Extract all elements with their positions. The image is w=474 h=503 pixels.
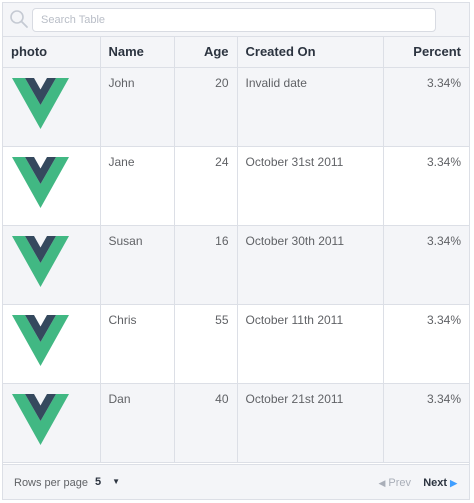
created-on-cell: October 31st 2011: [237, 146, 384, 226]
age-cell: 16: [174, 225, 238, 305]
percent-cell: 3.34%: [383, 304, 469, 384]
name-cell: Chris: [100, 304, 175, 384]
rows-per-page-value: 5: [95, 476, 102, 488]
created-on-cell: October 21st 2011: [237, 383, 384, 463]
vue-logo-icon: [12, 235, 69, 287]
created-on-cell: Invalid date: [237, 67, 384, 147]
data-table: photo Name Age Created On Percent John 2…: [3, 37, 469, 463]
column-header-created-on[interactable]: Created On: [237, 37, 384, 68]
age-cell: 55: [174, 304, 238, 384]
percent-cell: 3.34%: [383, 225, 469, 305]
column-header-percent[interactable]: Percent: [383, 37, 469, 68]
search-icon: [10, 10, 28, 28]
table-search-bar: [3, 3, 469, 37]
table-row[interactable]: Dan 40 October 21st 2011 3.34%: [3, 383, 469, 463]
name-cell: Susan: [100, 225, 175, 305]
created-on-cell: October 30th 2011: [237, 225, 384, 305]
percent-cell: 3.34%: [383, 383, 469, 463]
vue-logo-icon: [12, 156, 69, 208]
percent-cell: 3.34%: [383, 146, 469, 226]
rows-per-page-label: Rows per page: [14, 477, 88, 489]
table-row[interactable]: John 20 Invalid date 3.34%: [3, 67, 469, 147]
chevron-left-icon: ◀: [378, 478, 386, 488]
photo-cell: [3, 225, 101, 305]
table-footer: Rows per page 5 ▼ ◀ Prev Next ▶: [3, 464, 469, 499]
column-header-photo[interactable]: photo: [3, 37, 101, 68]
created-on-cell: October 11th 2011: [237, 304, 384, 384]
age-cell: 24: [174, 146, 238, 226]
age-cell: 40: [174, 383, 238, 463]
chevron-right-icon: ▶: [450, 478, 457, 488]
photo-cell: [3, 304, 101, 384]
photo-cell: [3, 146, 101, 226]
search-input[interactable]: [32, 8, 436, 32]
percent-cell: 3.34%: [383, 67, 469, 147]
next-page-label: Next: [423, 477, 448, 489]
vue-logo-icon: [12, 314, 69, 366]
column-header-age[interactable]: Age: [174, 37, 238, 68]
table-row[interactable]: Chris 55 October 11th 2011 3.34%: [3, 304, 469, 384]
vue-good-table: photo Name Age Created On Percent John 2…: [2, 2, 470, 500]
name-cell: Dan: [100, 383, 175, 463]
table-row[interactable]: Jane 24 October 31st 2011 3.34%: [3, 146, 469, 226]
vue-logo-icon: [12, 77, 69, 129]
column-header-name[interactable]: Name: [100, 37, 175, 68]
age-cell: 20: [174, 67, 238, 147]
chevron-down-icon: ▼: [112, 477, 121, 486]
photo-cell: [3, 383, 101, 463]
photo-cell: [3, 67, 101, 147]
prev-page-label: Prev: [388, 477, 411, 489]
table-header-row: photo Name Age Created On Percent: [3, 37, 469, 68]
rows-per-page-select[interactable]: 5 ▼: [95, 476, 120, 488]
name-cell: Jane: [100, 146, 175, 226]
next-page-button[interactable]: Next ▶: [423, 477, 457, 489]
table-row[interactable]: Susan 16 October 30th 2011 3.34%: [3, 225, 469, 305]
prev-page-button[interactable]: ◀ Prev: [378, 477, 411, 489]
name-cell: John: [100, 67, 175, 147]
vue-logo-icon: [12, 393, 69, 445]
